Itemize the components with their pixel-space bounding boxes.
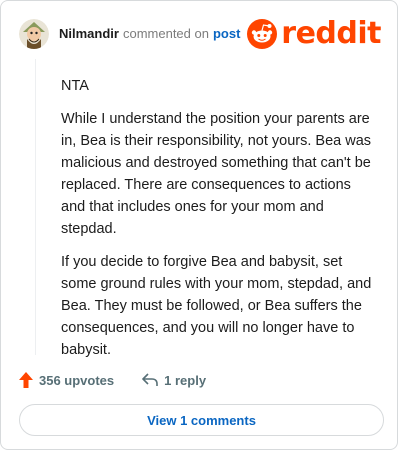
view-comments-button[interactable]: View 1 comments — [19, 404, 384, 436]
upvote-count: 356 upvotes — [39, 372, 115, 388]
commented-on-text: commented on — [122, 26, 209, 41]
reply-button[interactable]: 1 reply — [142, 373, 206, 388]
reply-count: 1 reply — [164, 372, 207, 388]
reply-arrow-icon — [142, 373, 158, 386]
reddit-snoo-icon — [247, 19, 278, 49]
comment-body: NTA While I understand the position your… — [61, 75, 379, 372]
upvote-button[interactable]: 356 upvotes — [19, 372, 114, 388]
upvote-arrow-icon — [19, 372, 33, 388]
comment-paragraph: While I understand the position your par… — [61, 111, 372, 237]
reddit-logo[interactable]: reddit — [247, 17, 381, 51]
comment-meta: Nilmandir commented on post — [59, 25, 240, 43]
comment-header: Nilmandir commented on post reddit — [19, 15, 381, 53]
comment-actions: 356 upvotes 1 reply — [19, 369, 206, 391]
user-avatar-icon[interactable] — [19, 19, 49, 49]
comment-card: Nilmandir commented on post reddit NTA Whi… — [0, 0, 398, 450]
username-link[interactable]: Nilmandir — [59, 26, 119, 41]
comment-paragraph: NTA — [61, 78, 89, 94]
reddit-wordmark: reddit — [281, 16, 381, 51]
thread-line — [35, 59, 36, 355]
comment-paragraph: If you decide to forgive Bea and babysit… — [61, 254, 372, 358]
post-link[interactable]: post — [213, 26, 240, 41]
